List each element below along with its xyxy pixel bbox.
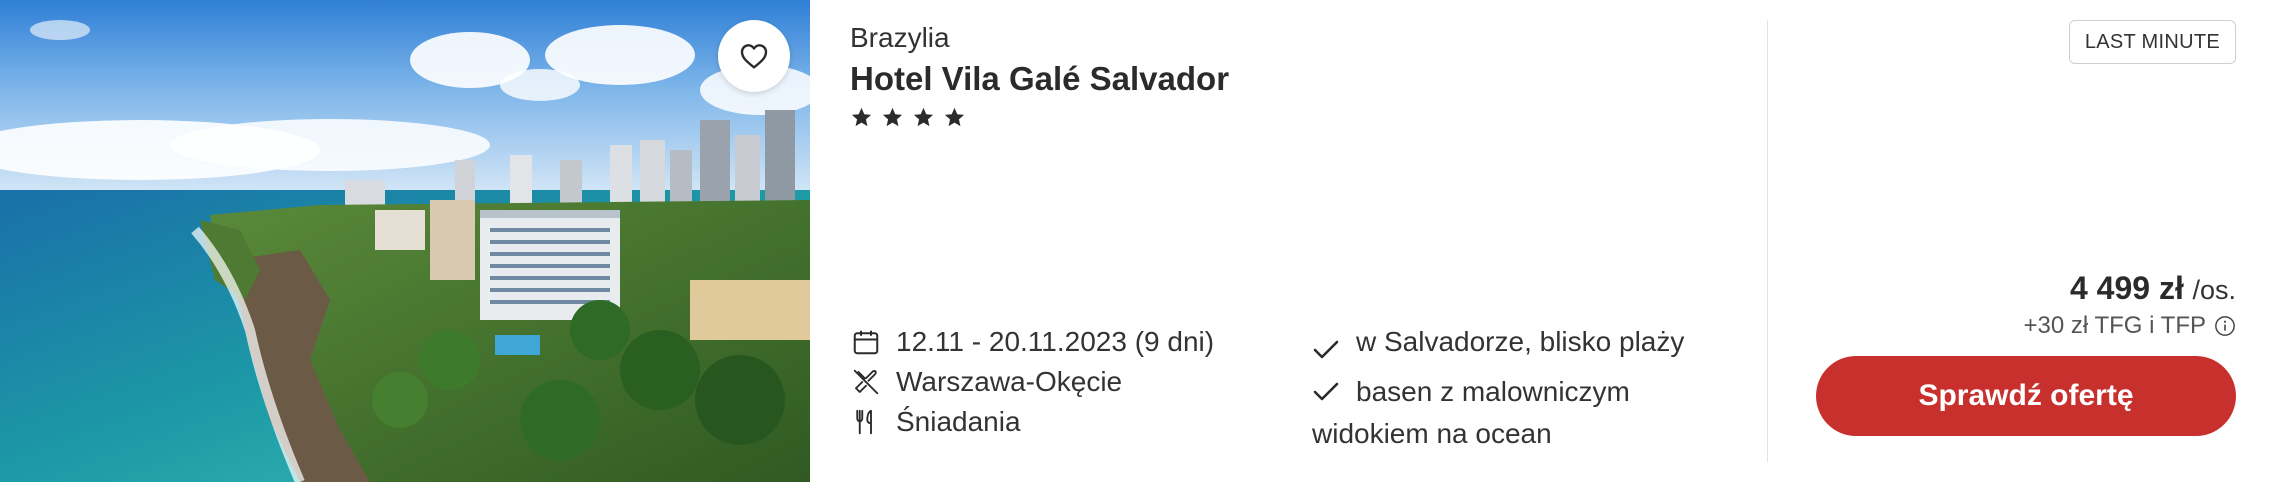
feature-item: basen z malowniczym widokiem na ocean <box>1312 372 1742 454</box>
hotel-name[interactable]: Hotel Vila Galé Salvador <box>850 60 1229 98</box>
fork-knife-icon <box>850 406 882 438</box>
trip-dates: 12.11 - 20.11.2023 (9 dni) <box>850 322 1214 362</box>
hotel-image <box>0 0 810 482</box>
star-icon <box>944 107 965 127</box>
hotel-photo[interactable] <box>0 0 810 482</box>
hotel-info: Brazylia Hotel Vila Galé Salvador 12.11 … <box>810 0 1768 482</box>
star-icon <box>913 107 934 127</box>
last-minute-badge: LAST MINUTE <box>2068 20 2236 64</box>
price-per-person: /os. <box>2192 275 2236 305</box>
board-type: Śniadania <box>896 406 1021 437</box>
hotel-stars <box>850 106 966 129</box>
trip-departure: Warszawa-Okęcie <box>850 362 1214 402</box>
favorite-button[interactable] <box>718 20 790 92</box>
hotel-country: Brazylia <box>850 22 950 53</box>
hotel-features: w Salvadorze, blisko plaży basen z malow… <box>1312 322 1742 454</box>
trip-dates-text: 12.11 - 20.11.2023 (9 dni) <box>896 326 1215 357</box>
heart-outline-icon <box>740 44 768 69</box>
price: 4 499 zł /os. <box>2070 270 2236 307</box>
feature-text: basen z malowniczym widokiem na ocean <box>1312 376 1630 449</box>
trip-board: Śniadania <box>850 402 1214 442</box>
trip-details: 12.11 - 20.11.2023 (9 dni) Warszawa-Okęc… <box>850 322 1214 442</box>
info-icon[interactable] <box>2214 315 2236 337</box>
check-icon <box>1312 374 1342 414</box>
feature-text: w Salvadorze, blisko plaży <box>1356 326 1685 357</box>
plane-icon <box>850 366 882 398</box>
feature-item: w Salvadorze, blisko plaży <box>1312 322 1742 372</box>
star-icon <box>851 107 872 127</box>
departure-airport: Warszawa-Okęcie <box>896 366 1123 397</box>
fees-text: +30 zł TFG i TFP <box>2023 312 2207 339</box>
price-section: LAST MINUTE 4 499 zł /os. +30 zł TFG i T… <box>1767 0 2278 482</box>
offer-card[interactable]: Brazylia Hotel Vila Galé Salvador 12.11 … <box>0 0 2278 482</box>
price-value: 4 499 zł <box>2069 270 2184 306</box>
check-icon <box>1312 322 1342 372</box>
star-icon <box>882 107 903 127</box>
fees-info: +30 zł TFG i TFP <box>2024 312 2237 340</box>
check-offer-button[interactable]: Sprawdź ofertę <box>1816 356 2236 436</box>
calendar-icon <box>850 326 882 358</box>
